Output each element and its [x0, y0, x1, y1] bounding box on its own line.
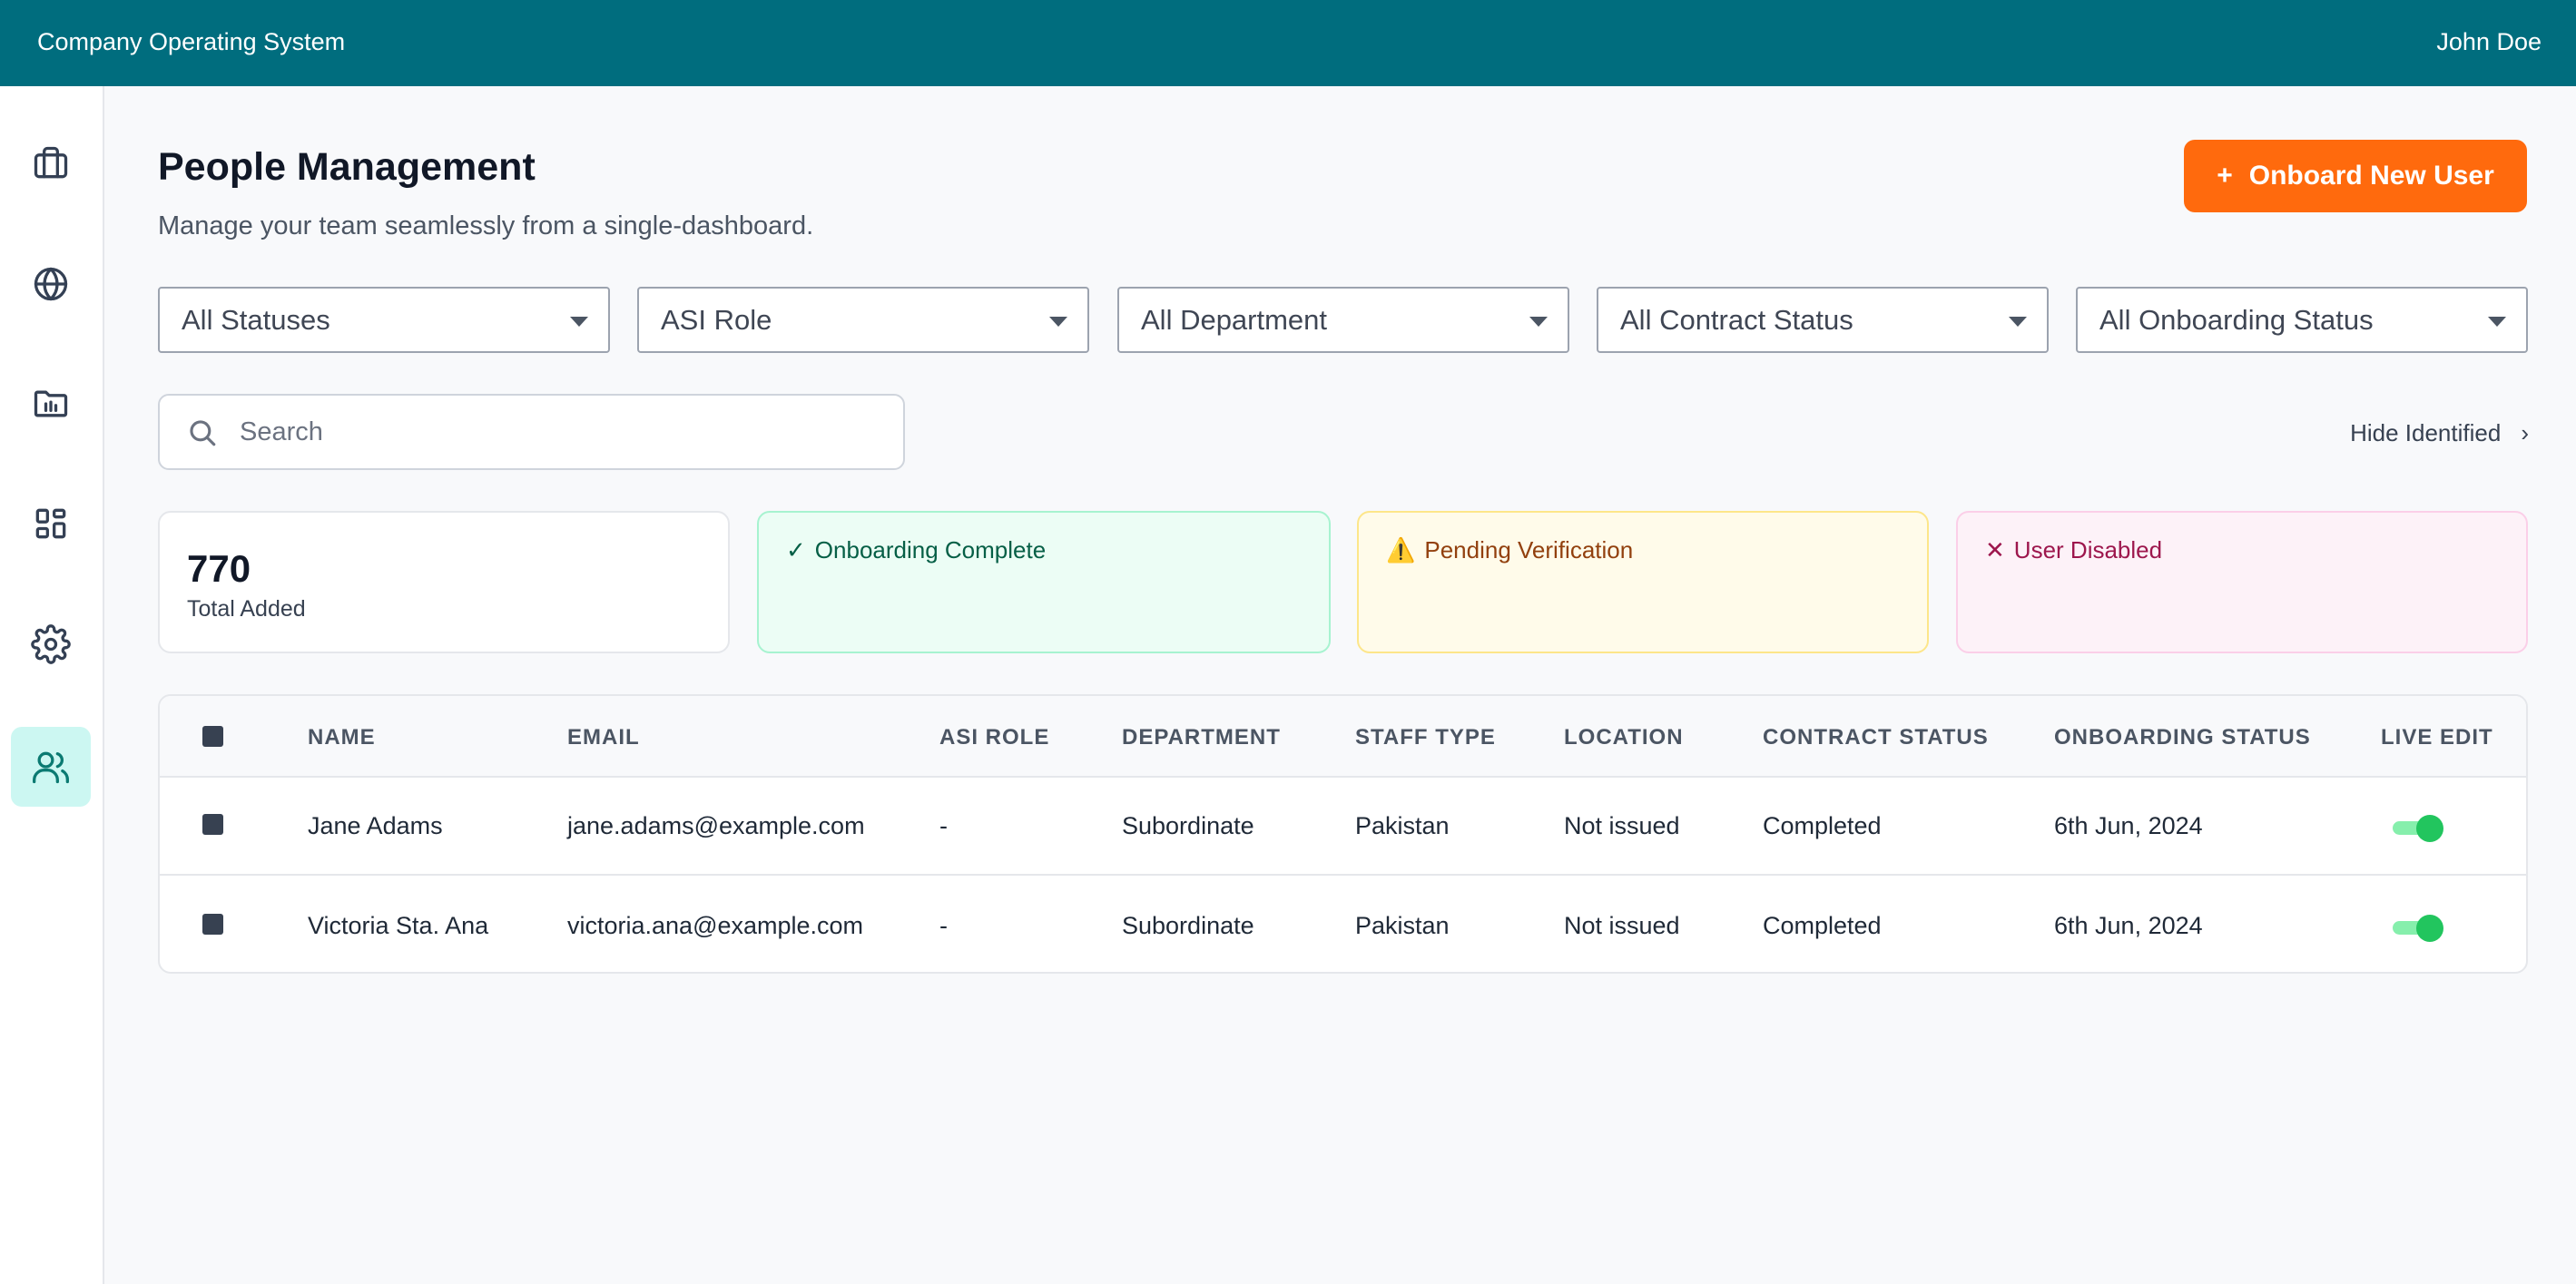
- cell-onboarding-status: 6th Jun, 2024: [2054, 912, 2203, 939]
- select-all-checkbox[interactable]: [202, 726, 223, 747]
- column-header-email[interactable]: EMAIL: [567, 725, 640, 750]
- onboard-new-user-button[interactable]: + Onboard New User: [2184, 140, 2527, 212]
- column-header-name[interactable]: NAME: [308, 725, 376, 750]
- hide-identified-link[interactable]: Hide Identified ›: [2350, 419, 2529, 447]
- chevron-right-icon: ›: [2521, 419, 2529, 446]
- toggle-knob: [2416, 915, 2443, 942]
- onboarding-status-filter[interactable]: All Onboarding Status: [2076, 287, 2528, 353]
- x-icon: ✕: [1985, 536, 2005, 564]
- column-header-contract-status[interactable]: CONTRACT STATUS: [1763, 725, 1989, 750]
- cell-staff-type: Pakistan: [1355, 812, 1450, 839]
- caret-down-icon: [1529, 317, 1548, 327]
- cell-department: Subordinate: [1122, 912, 1254, 939]
- cell-name: Victoria Sta. Ana: [308, 912, 489, 939]
- sidebar-item-settings[interactable]: [11, 604, 91, 684]
- search-box: [158, 394, 905, 470]
- column-header-location[interactable]: LOCATION: [1564, 725, 1684, 750]
- department-filter[interactable]: All Department: [1117, 287, 1569, 353]
- cell-email: victoria.ana@example.com: [567, 912, 864, 939]
- warning-icon: ⚠️: [1386, 536, 1416, 564]
- people-table: NAME EMAIL ASI ROLE DEPARTMENT STAFF TYP…: [158, 694, 2528, 974]
- page-title: People Management: [158, 145, 536, 189]
- table-row[interactable]: Victoria Sta. Ana victoria.ana@example.c…: [160, 877, 2526, 972]
- hide-identified-label: Hide Identified: [2350, 419, 2502, 446]
- filter-value: All Department: [1141, 303, 1328, 336]
- live-edit-toggle[interactable]: [2393, 915, 2443, 942]
- filter-value: All Statuses: [182, 303, 330, 336]
- page-subtitle: Manage your team seamlessly from a singl…: [158, 211, 814, 240]
- total-added-card: 770 Total Added: [158, 511, 730, 653]
- column-header-staff-type[interactable]: STAFF TYPE: [1355, 725, 1496, 750]
- caret-down-icon: [1049, 317, 1067, 327]
- pending-verification-label: Pending Verification: [1424, 536, 1634, 564]
- caret-down-icon: [570, 317, 588, 327]
- search-icon: [190, 420, 216, 446]
- filter-value: All Contract Status: [1620, 303, 1853, 336]
- user-disabled-card[interactable]: ✕ User Disabled: [1956, 511, 2528, 653]
- cell-department: Subordinate: [1122, 812, 1254, 839]
- users-icon: [33, 751, 69, 784]
- cell-name: Jane Adams: [308, 812, 443, 839]
- row-checkbox[interactable]: [202, 814, 223, 835]
- top-bar: Company Operating System John Doe: [0, 0, 2576, 86]
- cell-email: jane.adams@example.com: [567, 812, 865, 839]
- cell-asi-role: -: [939, 812, 948, 839]
- filter-value: ASI Role: [661, 303, 772, 336]
- column-header-live-edit[interactable]: LIVE EDIT: [2381, 725, 2493, 750]
- column-header-department[interactable]: DEPARTMENT: [1122, 725, 1281, 750]
- cell-onboarding-status: 6th Jun, 2024: [2054, 812, 2203, 839]
- table-header: NAME EMAIL ASI ROLE DEPARTMENT STAFF TYP…: [160, 696, 2526, 778]
- total-added-label: Total Added: [187, 596, 306, 622]
- live-edit-toggle[interactable]: [2393, 815, 2443, 842]
- sidebar-item-reports[interactable]: [11, 364, 91, 444]
- column-header-asi-role[interactable]: ASI ROLE: [939, 725, 1049, 750]
- caret-down-icon: [2009, 317, 2027, 327]
- table-row[interactable]: Jane Adams jane.adams@example.com - Subo…: [160, 778, 2526, 876]
- search-input[interactable]: [240, 412, 875, 452]
- asi-role-filter[interactable]: ASI Role: [637, 287, 1089, 353]
- pending-verification-card[interactable]: ⚠️ Pending Verification: [1357, 511, 1929, 653]
- sidebar: [0, 86, 104, 1284]
- onboarding-complete-label: Onboarding Complete: [814, 536, 1047, 564]
- row-checkbox[interactable]: [202, 914, 223, 935]
- user-menu[interactable]: John Doe: [2436, 28, 2542, 56]
- onboard-button-label: Onboard New User: [2248, 161, 2494, 191]
- sidebar-item-global[interactable]: [11, 244, 91, 324]
- dashboard-grid-icon: [35, 508, 66, 539]
- plus-icon: +: [2217, 161, 2233, 191]
- contract-status-filter[interactable]: All Contract Status: [1597, 287, 2049, 353]
- cell-location: Not issued: [1564, 812, 1680, 839]
- sidebar-item-people[interactable]: [11, 727, 91, 807]
- onboarding-complete-card[interactable]: ✓ Onboarding Complete: [757, 511, 1331, 653]
- cell-contract-status: Completed: [1763, 812, 1882, 839]
- column-header-onboarding-status[interactable]: ONBOARDING STATUS: [2054, 725, 2311, 750]
- cell-location: Not issued: [1564, 912, 1680, 939]
- toggle-knob: [2416, 815, 2443, 842]
- sidebar-item-projects[interactable]: [11, 123, 91, 203]
- caret-down-icon: [2488, 317, 2506, 327]
- gear-icon: [31, 624, 71, 664]
- briefcase-icon: [34, 146, 68, 179]
- globe-icon: [34, 267, 68, 301]
- sidebar-item-dashboard[interactable]: [11, 484, 91, 564]
- cell-staff-type: Pakistan: [1355, 912, 1450, 939]
- cell-contract-status: Completed: [1763, 912, 1882, 939]
- filter-value: All Onboarding Status: [2099, 303, 2374, 336]
- total-added-count: 770: [187, 547, 251, 590]
- status-filter[interactable]: All Statuses: [158, 287, 610, 353]
- user-disabled-label: User Disabled: [2013, 536, 2163, 564]
- folder-chart-icon: [34, 390, 68, 417]
- app-title: Company Operating System: [37, 28, 346, 55]
- check-icon: ✓: [786, 536, 806, 564]
- cell-asi-role: -: [939, 912, 948, 939]
